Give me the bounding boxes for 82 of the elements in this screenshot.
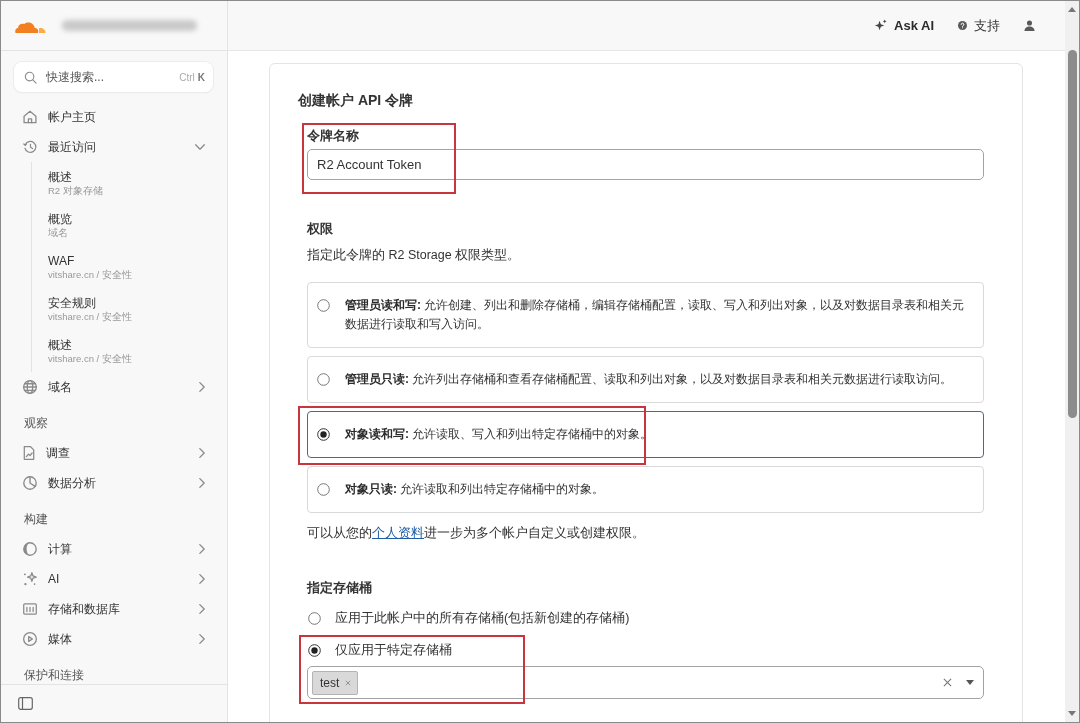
caret-down-icon[interactable] <box>966 680 974 685</box>
document-chart-icon <box>23 446 35 460</box>
radio-button[interactable] <box>317 428 330 441</box>
pie-chart-icon <box>23 476 37 490</box>
token-name-input[interactable]: R2 Account Token <box>307 149 984 180</box>
recent-item-title[interactable]: 安全规则 <box>48 295 96 310</box>
ask-ai-button[interactable]: Ask AI <box>874 15 934 36</box>
recent-item-path: R2 对象存储 <box>48 183 103 197</box>
half-circle-icon <box>23 542 37 556</box>
chevron-right-icon[interactable] <box>199 574 205 584</box>
recent-item-title[interactable]: 概述 <box>48 169 72 184</box>
permission-description: 管理员读和写: 允许创建、列出和删除存储桶，编辑存储桶配置，读取、写入和列出对象，以及对数据目录表和相关元数据进行读取和写入访问。 <box>345 297 966 333</box>
radio-label[interactable]: 仅应用于特定存储桶 <box>335 640 452 660</box>
permission-option[interactable]: 对象只读: 允许读取和列出特定存储桶中的对象。 <box>307 466 984 513</box>
sparkles-icon <box>23 572 37 586</box>
help-icon <box>958 21 967 30</box>
permission-description: 对象读和写: 允许读取、写入和列出特定存储桶中的对象。 <box>345 426 653 443</box>
radio-button[interactable] <box>317 483 330 496</box>
permission-option[interactable]: 管理员只读: 允许列出存储桶和查看存储桶配置、读取和列出对象，以及对数据目录表和相关元数据进行读取访问。 <box>307 356 984 403</box>
chevron-right-icon[interactable] <box>199 544 205 554</box>
permission-description: 管理员只读: 允许列出存储桶和查看存储桶配置、读取和列出对象，以及对数据目录表和相关元数据进行读取访问。 <box>345 371 953 388</box>
recent-item-path: vitshare.cn / 安全性 <box>48 351 132 365</box>
permission-note: 可以从您的个人资料进一步为多个帐户自定义或创建权限。 <box>307 525 646 542</box>
search-field[interactable]: 快速搜索... Ctrl K <box>14 62 213 92</box>
radio-label[interactable]: 应用于此帐户中的所有存储桶(包括新创建的存储桶) <box>335 608 630 628</box>
profile-link[interactable]: 个人资料 <box>372 526 424 540</box>
nav-item[interactable]: 存储和数据库 <box>1 594 227 624</box>
chevron-right-icon[interactable] <box>199 478 205 488</box>
permission-option[interactable]: 管理员读和写: 允许创建、列出和删除存储桶，编辑存储桶配置，读取、写入和列出对象，以及对数据目录表和相关元数据进行读取和写入访问。 <box>307 282 984 348</box>
remove-icon[interactable] <box>345 679 352 686</box>
radio-button[interactable] <box>308 643 321 657</box>
storage-box-icon <box>23 603 37 615</box>
scrollbar-thumb[interactable] <box>1067 50 1077 418</box>
tag-label: test <box>320 674 340 692</box>
section-label: 权限 <box>307 221 334 238</box>
shortcut-hint: Ctrl K <box>179 70 205 85</box>
recent-item-title[interactable]: 概览 <box>48 211 72 226</box>
support-button[interactable]: 支持 <box>958 15 1000 36</box>
globe-icon <box>23 380 37 394</box>
play-circle-icon <box>23 632 37 646</box>
nav-item[interactable]: AI <box>1 564 227 594</box>
recent-item-path: 域名 <box>48 225 68 239</box>
bucket-select-field[interactable]: test <box>307 666 984 699</box>
recent-item-path: vitshare.cn / 安全性 <box>48 267 132 281</box>
nav-item[interactable]: 帐户主页 <box>1 102 227 132</box>
section-heading: 保护和连接 <box>23 668 85 682</box>
account-button[interactable] <box>1024 20 1035 31</box>
recent-item-path: vitshare.cn / 安全性 <box>48 309 132 323</box>
nav-item[interactable]: 数据分析 <box>1 468 227 498</box>
chevron-right-icon[interactable] <box>199 634 205 644</box>
nav-item[interactable]: 调查 <box>1 438 227 468</box>
nav-item[interactable]: 域名 <box>1 372 227 402</box>
section-heading: 观察 <box>23 416 49 430</box>
sidebar-toggle-icon[interactable] <box>18 697 33 710</box>
nav-item[interactable]: 计算 <box>1 534 227 564</box>
scroll-down-icon[interactable] <box>1068 711 1076 716</box>
radio-button[interactable] <box>317 373 330 386</box>
chevron-right-icon[interactable] <box>199 604 205 614</box>
chevron-right-icon[interactable] <box>199 448 205 458</box>
radio-button[interactable] <box>308 611 321 625</box>
user-icon <box>1024 20 1035 31</box>
field-label: 令牌名称 <box>307 128 360 145</box>
recent-item-title[interactable]: WAF <box>48 253 75 268</box>
scroll-up-icon[interactable] <box>1068 7 1076 12</box>
form-title: 创建帐户 API 令牌 <box>298 91 415 110</box>
history-icon <box>23 140 37 154</box>
nav-item[interactable]: 媒体 <box>1 624 227 654</box>
chevron-right-icon[interactable] <box>199 382 205 392</box>
nav-item[interactable]: 最近访问 <box>1 132 227 162</box>
search-input[interactable]: 快速搜索... <box>46 68 171 86</box>
clear-icon[interactable] <box>943 678 952 687</box>
section-description: 指定此令牌的 R2 Storage 权限类型。 <box>307 247 522 264</box>
section-heading: 构建 <box>23 512 49 526</box>
recent-item-title[interactable]: 概述 <box>48 337 72 352</box>
bucket-tag[interactable]: test <box>312 670 359 695</box>
search-icon <box>24 70 37 84</box>
home-icon <box>23 110 37 124</box>
permission-description: 对象只读: 允许读取和列出特定存储桶中的对象。 <box>345 481 605 498</box>
section-label: 指定存储桶 <box>307 580 373 597</box>
radio-button[interactable] <box>317 299 330 312</box>
sparkle-icon <box>874 19 887 32</box>
chevron-down-icon[interactable] <box>195 144 205 150</box>
